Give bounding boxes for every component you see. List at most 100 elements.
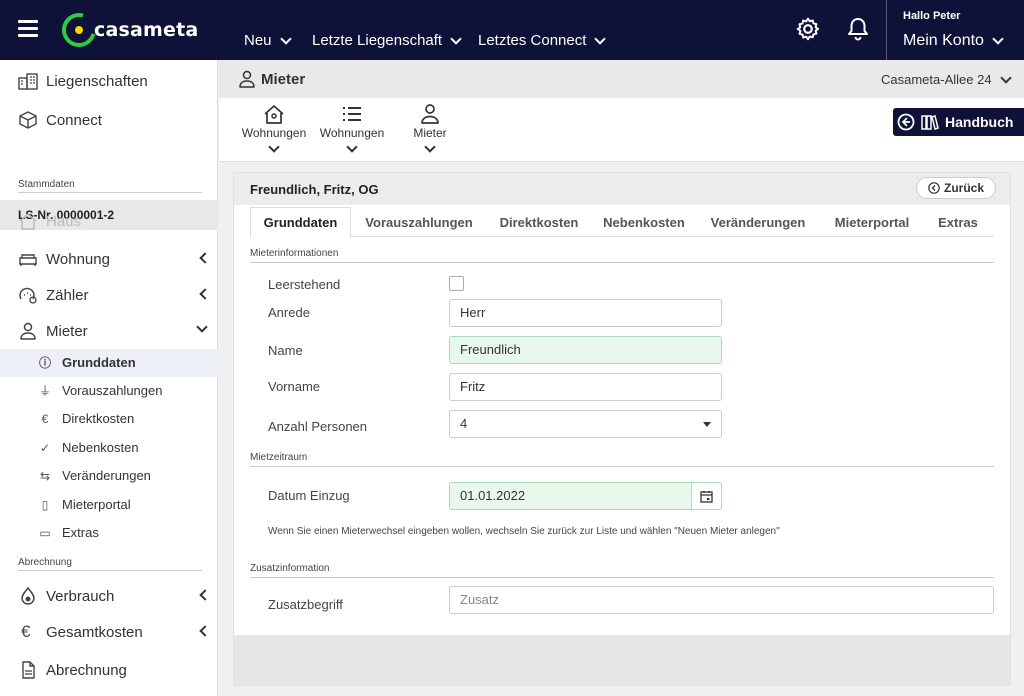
back-button-label: Zurück: [943, 181, 984, 195]
tool-label: Wohnungen: [319, 126, 385, 140]
house-icon: [264, 105, 284, 124]
euro-icon: €: [21, 622, 31, 641]
dropdown-arrow-icon: [703, 422, 711, 427]
nav-letzte-liegenschaft[interactable]: Letzte Liegenschaft: [312, 32, 462, 49]
sidebar-item-wohnung[interactable]: Wohnung: [0, 241, 218, 277]
list-icon: [343, 107, 361, 121]
handbuch-button[interactable]: Handbuch: [893, 108, 1024, 136]
sidebar-subitem-label: Vorauszahlungen: [62, 383, 163, 398]
sidebar-item-label: Wohnung: [46, 250, 110, 268]
gear-icon[interactable]: [795, 16, 821, 42]
sidebar: Liegenschaften Connect LS-Nr. 0000001-2 …: [0, 60, 218, 696]
sidebar-item-connect[interactable]: Connect: [0, 102, 218, 138]
sidebar-subitem-extras[interactable]: ▭ Extras: [0, 519, 218, 547]
property-selector[interactable]: Casameta-Allee 24: [881, 71, 1012, 87]
sidebar-item-abrechnung[interactable]: Abrechnung: [0, 652, 218, 688]
tab-bar: Grunddaten Vorauszahlungen Direktkosten …: [250, 207, 994, 238]
tenant-name: Freundlich, Fritz, OG: [250, 182, 379, 197]
page-title-text: Mieter: [261, 70, 306, 88]
top-bar: casameta Neu Letzte Liegenschaft Letztes…: [0, 0, 1024, 60]
tenant-card: Freundlich, Fritz, OG Zurück Grunddaten …: [233, 172, 1011, 686]
section-mieterinformationen: Mieterinformationen: [250, 248, 994, 263]
chevron-down-icon: [424, 141, 436, 153]
tab-vorauszahlungen[interactable]: Vorauszahlungen: [354, 207, 484, 237]
house-icon: [19, 213, 37, 230]
tool-wohnungen-house[interactable]: Wohnungen: [237, 104, 311, 153]
chevron-down-icon: [279, 32, 292, 45]
datum-einzug-field[interactable]: 01.01.2022: [449, 482, 722, 510]
books-icon: [921, 115, 939, 130]
anrede-field[interactable]: Herr: [449, 299, 722, 327]
tab-mieterportal[interactable]: Mieterportal: [822, 207, 922, 237]
chevron-left-circle-icon: [928, 182, 940, 194]
nav-letzte-liegenschaft-label: Letzte Liegenschaft: [312, 32, 443, 49]
card-footer: [234, 635, 1010, 685]
person-icon: [421, 104, 439, 124]
meter-icon: [19, 287, 37, 304]
topbar-divider: [886, 0, 887, 60]
handbuch-label: Handbuch: [945, 114, 1014, 130]
sidebar-item-label: Haus: [46, 212, 82, 230]
chevron-down-icon: [999, 71, 1012, 84]
chevron-left-icon: [199, 288, 211, 300]
sidebar-subitem-label: Grunddaten: [62, 355, 136, 370]
casameta-logo[interactable]: casameta: [55, 6, 199, 54]
sidebar-section-stammdaten: Stammdaten: [18, 179, 202, 193]
bell-icon[interactable]: [846, 16, 870, 42]
logo-text: casameta: [94, 19, 199, 41]
name-field[interactable]: Freundlich: [449, 336, 722, 364]
zusatzbegriff-field[interactable]: Zusatz: [449, 586, 994, 614]
back-button[interactable]: Zurück: [916, 177, 996, 199]
chevron-down-icon: [594, 32, 607, 45]
chevron-left-icon: [199, 252, 211, 264]
sidebar-subitem-label: Mieterportal: [62, 497, 131, 512]
anzahl-personen-select[interactable]: 4: [449, 410, 722, 438]
tab-veraenderungen[interactable]: Veränderungen: [696, 207, 820, 237]
property-selector-label: Casameta-Allee 24: [881, 72, 992, 87]
sidebar-subitem-mieterportal[interactable]: ▯ Mieterportal: [0, 491, 218, 519]
tab-grunddaten[interactable]: Grunddaten: [250, 207, 351, 238]
sidebar-subitem-nebenkosten[interactable]: ✓ Nebenkosten: [0, 434, 218, 462]
sidebar-item-gesamtkosten[interactable]: € Gesamtkosten: [0, 614, 218, 650]
datum-einzug-label: Datum Einzug: [268, 488, 350, 503]
sidebar-item-label: Verbrauch: [46, 587, 115, 605]
sidebar-subitem-grunddaten[interactable]: ⓘ Grunddaten: [0, 349, 218, 377]
chevron-left-icon: [199, 589, 211, 601]
card-header: Freundlich, Fritz, OG Zurück: [234, 173, 1010, 205]
sidebar-subitem-vorauszahlungen[interactable]: ⏚ Vorauszahlungen: [0, 377, 218, 405]
vorname-label: Vorname: [268, 379, 321, 394]
section-mietzeitraum: Mietzeitraum: [250, 452, 994, 467]
tab-direktkosten[interactable]: Direktkosten: [486, 207, 592, 237]
sidebar-item-zaehler[interactable]: Zähler: [0, 277, 218, 313]
payment-icon: ⏚: [38, 384, 51, 398]
sofa-icon: [19, 254, 37, 266]
arrow-left-circle-icon: [897, 113, 915, 131]
sidebar-item-verbrauch[interactable]: Verbrauch: [0, 578, 218, 614]
vorname-field[interactable]: Fritz: [449, 373, 722, 401]
sidebar-item-label: Liegenschaften: [46, 72, 148, 90]
chevron-down-icon: [450, 32, 462, 45]
sidebar-item-label: Abrechnung: [46, 661, 127, 679]
tool-wohnungen-list[interactable]: Wohnungen: [315, 104, 389, 153]
hamburger-menu-icon[interactable]: [18, 20, 38, 38]
chevron-down-icon: [268, 141, 280, 153]
tool-label: Wohnungen: [241, 126, 307, 140]
zusatzbegriff-placeholder: Zusatz: [460, 592, 500, 607]
sidebar-subitem-veraenderungen[interactable]: ⇆ Veränderungen: [0, 462, 218, 490]
sidebar-item-mieter[interactable]: Mieter: [0, 313, 218, 349]
nav-letztes-connect[interactable]: Letztes Connect: [478, 32, 607, 49]
swap-icon: ⇆: [39, 469, 51, 483]
sidebar-item-haus: Haus: [0, 203, 218, 239]
tab-nebenkosten[interactable]: Nebenkosten: [594, 207, 694, 237]
tool-mieter[interactable]: Mieter: [393, 104, 467, 153]
sidebar-subitem-direktkosten[interactable]: € Direktkosten: [0, 405, 218, 433]
leerstehend-checkbox[interactable]: [449, 276, 464, 291]
tab-extras[interactable]: Extras: [924, 207, 992, 237]
nav-neu[interactable]: Neu: [244, 32, 292, 49]
account-menu[interactable]: Mein Konto: [903, 32, 1004, 50]
laptop-icon: ▭: [39, 526, 51, 540]
phone-icon: ▯: [41, 498, 49, 512]
anzahl-personen-label: Anzahl Personen: [268, 419, 368, 434]
calendar-icon[interactable]: [691, 483, 721, 509]
sidebar-item-liegenschaften[interactable]: Liegenschaften: [0, 63, 218, 99]
